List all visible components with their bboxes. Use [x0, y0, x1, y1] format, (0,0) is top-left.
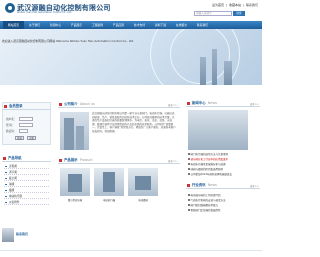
nav-item-home[interactable]: 网站首页	[3, 21, 24, 29]
product-nav-item[interactable]: 蝶阀	[4, 188, 49, 193]
nav-item-contact[interactable]: 联系我们	[192, 21, 213, 29]
industry-news-title: 行业资讯 News	[186, 182, 260, 189]
separator: |	[243, 3, 245, 7]
company-building-image	[60, 112, 89, 150]
username-label: 用户名：	[6, 118, 17, 121]
news-item[interactable]: 球阀与蝶阀的区别及选用原则	[188, 167, 258, 171]
products-title: 产品展示 Product	[58, 157, 180, 164]
separator: |	[226, 3, 228, 7]
industry-news-item[interactable]: 气动执行机构的安装与调试方法	[188, 198, 258, 202]
main-nav: 网站首页 关于我们 新闻中心 产品展示 工程案例 产品应用 技术支持 资料下载 …	[0, 21, 262, 29]
news-title: 新闻中心 News	[186, 100, 260, 107]
bullet-icon	[188, 153, 190, 155]
login-button[interactable]: 登录	[15, 136, 24, 140]
bullet-icon	[188, 209, 190, 211]
nav-item-message[interactable]: 在线留言	[171, 21, 192, 29]
nav-item-products[interactable]: 产品展示	[66, 21, 87, 29]
product-nav-item[interactable]: 球阀	[4, 182, 49, 187]
industry-news-text[interactable]: 阀门密封面研磨技术要点	[191, 204, 219, 207]
about-more-link[interactable]: 更多>>	[168, 103, 177, 107]
captcha-input[interactable]	[19, 129, 28, 133]
industry-news-item[interactable]: 电动调节阀的工作原理介绍	[188, 193, 258, 197]
product-caption[interactable]: 电动蝶阀	[128, 198, 158, 202]
news-item-text[interactable]: 公司参加2014年国际流体机械展览会	[191, 173, 232, 176]
about-text: 武汉源融自动化控制有限公司是一家专业从事阀门、电动执行器、仪器仪表的研发、生产、…	[92, 112, 176, 133]
scrolling-notice: 欢迎进入武汉源融自动化控制有限公司网站 Welcome Wuhan Yuan H…	[2, 39, 135, 43]
product-nav-title: 产品导航	[2, 155, 51, 162]
bullet-icon	[188, 168, 190, 170]
username-input[interactable]	[19, 117, 33, 121]
contact-link[interactable]: 联系我们	[246, 3, 258, 7]
news-item-highlight[interactable]: 调节阀在化工行业中的应用及维护	[188, 157, 258, 161]
bullet-icon	[188, 173, 190, 175]
product-image[interactable]	[60, 168, 90, 196]
industry-news-text[interactable]: 气动执行机构的安装与调试方法	[191, 199, 226, 202]
product-caption[interactable]: 电动执行器	[94, 198, 124, 202]
nav-item-download[interactable]: 资料下载	[150, 21, 171, 29]
login-panel: 会员登录 用户名： 密 码： 验证码： 登录 注册	[2, 102, 51, 145]
password-input[interactable]	[19, 123, 33, 127]
search-input[interactable]: 请输入关键字	[194, 11, 232, 16]
product-nav-item[interactable]: 电动执行器	[4, 194, 49, 199]
product-nav-item[interactable]: 过程阀	[4, 164, 49, 169]
about-title: 公司简介 About us	[58, 101, 180, 108]
captcha-label: 验证码：	[6, 130, 17, 133]
product-nav-item[interactable]: 仪表附件	[4, 200, 49, 205]
product-nav-item[interactable]: 截止阀	[4, 176, 49, 181]
nav-item-support[interactable]: 技术支持	[129, 21, 150, 29]
hero-banner	[0, 29, 262, 85]
news-item-text[interactable]: 球阀与蝶阀的区别及选用原则	[191, 168, 224, 171]
nav-item-cases[interactable]: 工程案例	[87, 21, 108, 29]
product-caption[interactable]: 精小型调节阀	[60, 198, 90, 202]
footer-divider	[0, 250, 262, 251]
top-links: 设为首页 | 收藏本站 | 联系我们	[211, 3, 258, 7]
news-image	[188, 110, 248, 150]
about-title-cn: 公司简介	[64, 102, 78, 106]
news-item-text[interactable]: 电动执行器常见故障分析与处理	[191, 163, 226, 166]
industry-news-text[interactable]: 电动调节阀的工作原理介绍	[191, 194, 221, 197]
products-title-en: Product	[79, 158, 93, 162]
industry-news-title-cn: 行业资讯	[192, 183, 206, 187]
set-homepage-link[interactable]: 设为首页	[212, 3, 224, 7]
industry-news-text[interactable]: 智能阀门定位器的发展趋势	[191, 209, 221, 212]
industry-news-more-link[interactable]: 更多>>	[250, 184, 259, 188]
products-title-cn: 产品展示	[64, 158, 78, 162]
news-item-text[interactable]: 阀门执行器的选型方法与注意事项	[191, 153, 229, 156]
news-item[interactable]: 电动执行器常见故障分析与处理	[188, 162, 258, 166]
news-item[interactable]: 阀门执行器的选型方法与注意事项	[188, 152, 258, 156]
contact-person-image	[2, 228, 14, 242]
nav-item-news[interactable]: 新闻中心	[45, 21, 66, 29]
login-title: 会员登录	[3, 103, 50, 110]
about-title-en: About us	[79, 102, 95, 106]
industry-news-item[interactable]: 阀门密封面研磨技术要点	[188, 203, 258, 207]
password-label: 密 码：	[6, 124, 15, 127]
products-more-link[interactable]: 更多>>	[168, 159, 177, 163]
register-button[interactable]: 注册	[27, 136, 36, 140]
bullet-icon	[188, 199, 190, 201]
news-item[interactable]: 公司参加2014年国际流体机械展览会	[188, 172, 258, 176]
bullet-icon	[188, 204, 190, 206]
bullet-icon	[188, 194, 190, 196]
bookmark-link[interactable]: 收藏本站	[229, 3, 241, 7]
industry-news-title-en: News	[207, 183, 217, 187]
product-nav-panel: 产品导航 过程阀 调节阀 截止阀 球阀 蝶阀 电动执行器 仪表附件	[2, 155, 51, 205]
news-item-text[interactable]: 调节阀在化工行业中的应用及维护	[191, 158, 229, 161]
news-title-en: News	[207, 101, 217, 105]
company-logo	[5, 3, 15, 13]
contact-label[interactable]: 联系我们	[16, 232, 28, 236]
company-name-en: Wuhan Yuan Han Automation Control Co., L…	[17, 11, 73, 14]
product-nav-item[interactable]: 调节阀	[4, 170, 49, 175]
product-image[interactable]	[94, 168, 124, 196]
news-more-link[interactable]: 更多>>	[250, 102, 259, 106]
product-image[interactable]	[128, 168, 158, 196]
search-button[interactable]: 搜索	[233, 11, 245, 16]
bullet-icon	[188, 158, 190, 160]
nav-item-about[interactable]: 关于我们	[24, 21, 45, 29]
nav-item-application[interactable]: 产品应用	[108, 21, 129, 29]
news-title-cn: 新闻中心	[192, 101, 206, 105]
industry-news-item[interactable]: 智能阀门定位器的发展趋势	[188, 208, 258, 212]
bullet-icon	[188, 163, 190, 165]
